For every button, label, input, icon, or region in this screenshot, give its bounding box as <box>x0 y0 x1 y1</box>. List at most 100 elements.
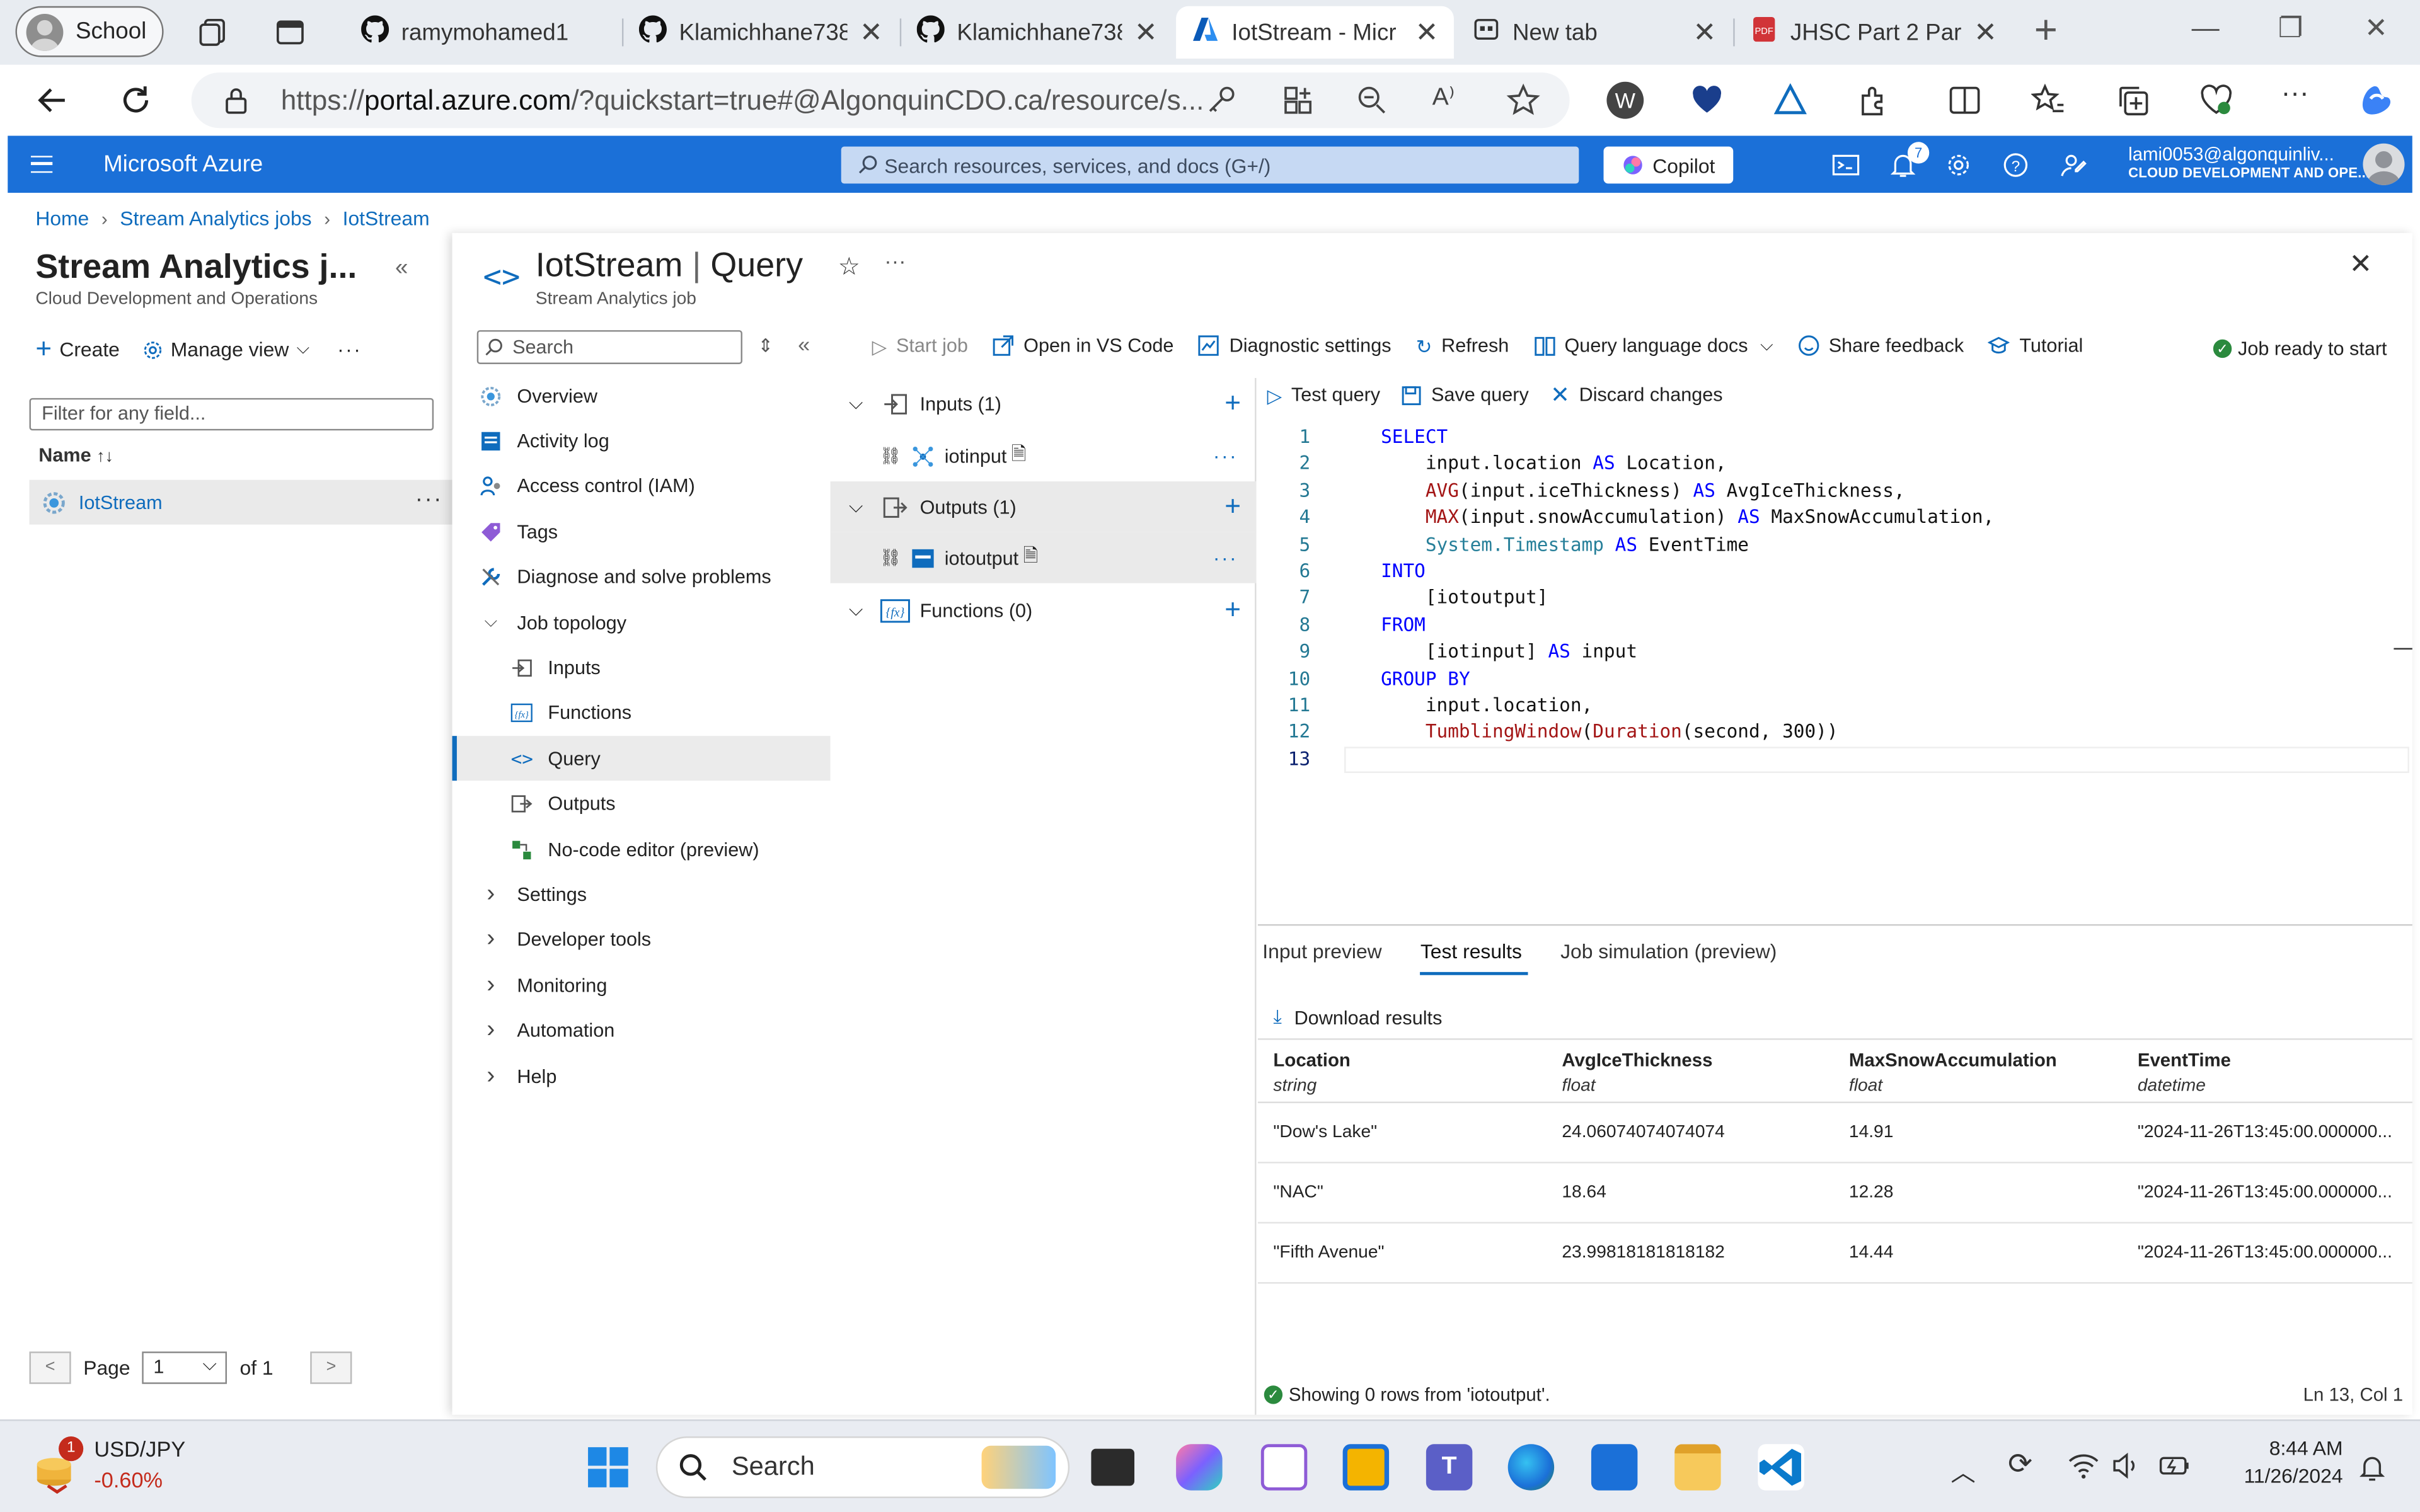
input-more-icon[interactable]: ··· <box>1213 444 1238 467</box>
vscode-icon[interactable] <box>1758 1444 1804 1491</box>
wifi-icon[interactable] <box>2068 1452 2099 1480</box>
volume-icon[interactable] <box>2111 1452 2139 1480</box>
windows-start-icon[interactable] <box>587 1446 630 1489</box>
inputs-node[interactable]: ⌵ Inputs (1) + <box>831 378 1257 429</box>
new-tab-plus-icon[interactable]: + <box>2034 6 2058 54</box>
notification-center-icon[interactable] <box>2357 1452 2388 1483</box>
test-query-button[interactable]: ▷ Test query <box>1267 384 1381 407</box>
copilot-app-icon[interactable] <box>1176 1444 1223 1491</box>
browser-essentials-icon[interactable] <box>2199 83 2233 117</box>
column-header-maxsnowaccumulation[interactable]: MaxSnowAccumulation float <box>1849 1040 2057 1095</box>
download-results-button[interactable]: ⤓ Download results <box>1273 1006 1442 1029</box>
close-tab-icon[interactable]: ✕ <box>1134 16 1158 49</box>
close-window-icon[interactable]: ✕ <box>2365 13 2388 45</box>
teams-icon[interactable]: T <box>1426 1444 1473 1491</box>
query-code[interactable]: 1 SELECT 2 input.location AS Location, 3… <box>1258 424 2412 773</box>
split-screen-icon[interactable] <box>1948 83 1982 117</box>
breadcrumb-home[interactable]: Home <box>35 207 89 230</box>
add-function-icon[interactable]: + <box>1224 594 1241 626</box>
menu-item-diagnose-and-solve-problems[interactable]: Diagnose and solve problems <box>452 555 831 600</box>
browser-tab[interactable]: ramymohamed1 <box>346 6 618 59</box>
system-clock[interactable]: 8:44 AM 11/26/2024 <box>2220 1436 2343 1487</box>
menu-item-developer-tools[interactable]: › Developer tools <box>452 918 831 963</box>
restore-icon[interactable]: ❐ <box>2278 13 2303 45</box>
browser-tab[interactable]: Klamichhane738 ✕ <box>901 6 1173 59</box>
user-avatar[interactable] <box>2363 143 2405 185</box>
stock-widget[interactable]: 1 USD/JPY -0.60% <box>32 1433 185 1503</box>
extension-w-icon[interactable]: W <box>1606 81 1644 119</box>
manage-view-button[interactable]: Manage view ⌵ <box>141 338 309 361</box>
menu-item-settings[interactable]: › Settings <box>452 873 831 917</box>
more-menu-icon[interactable]: ··· <box>2281 77 2315 111</box>
close-tab-icon[interactable]: ✕ <box>1415 16 1439 49</box>
menu-item-functions[interactable]: {fx} Functions <box>452 691 831 736</box>
zoom-out-icon[interactable] <box>1355 83 1389 117</box>
menu-item-help[interactable]: › Help <box>452 1054 831 1099</box>
close-tab-icon[interactable]: ✕ <box>860 16 883 49</box>
menu-item-tags[interactable]: Tags <box>452 510 831 554</box>
global-search-input[interactable]: Search resources, services, and docs (G+… <box>841 146 1579 184</box>
add-output-icon[interactable]: + <box>1224 491 1241 523</box>
back-arrow-icon[interactable] <box>32 80 72 120</box>
azure-brand[interactable]: Microsoft Azure <box>103 151 263 178</box>
file-explorer-icon[interactable] <box>1674 1444 1721 1491</box>
page-select[interactable]: 1 <box>142 1350 228 1384</box>
add-input-icon[interactable]: + <box>1224 387 1241 420</box>
battery-icon[interactable] <box>2158 1452 2192 1480</box>
app-install-icon[interactable] <box>1281 83 1315 117</box>
share-feedback-button[interactable]: Share feedback <box>1798 335 1964 357</box>
chevron-up-icon[interactable]: ︿ <box>1951 1452 1976 1489</box>
collapse-pane-icon[interactable]: « <box>395 255 408 281</box>
menu-item-activity-log[interactable]: Activity log <box>452 419 831 464</box>
remote-desktop-icon[interactable] <box>1342 1444 1390 1491</box>
cloud-shell-icon[interactable] <box>1832 151 1860 179</box>
job-name[interactable]: IotStream <box>79 491 163 513</box>
more-options-icon[interactable]: ··· <box>884 248 906 273</box>
menu-item-inputs[interactable]: Inputs <box>452 646 831 690</box>
settings-gear-icon[interactable] <box>1945 151 1973 179</box>
create-button[interactable]: + Create <box>35 333 120 365</box>
query-editor[interactable]: ▷ Test query Save query ✕ Discard changes … <box>1257 378 2412 926</box>
close-tab-icon[interactable]: ✕ <box>1974 16 1997 49</box>
extension-heart-icon[interactable] <box>1690 83 1724 117</box>
table-row[interactable]: "Fifth Avenue" 23.99818181818182 14.44 "… <box>1257 1223 2412 1284</box>
workspaces-icon[interactable] <box>197 17 228 48</box>
table-row[interactable]: "Dow's Lake" 24.06074074074074 14.91 "20… <box>1257 1103 2412 1164</box>
collections-icon[interactable] <box>2116 83 2150 117</box>
minimize-icon[interactable]: — <box>2192 13 2220 45</box>
snipping-tool-icon[interactable] <box>1260 1444 1308 1491</box>
filter-input[interactable]: Filter for any field... <box>29 398 434 431</box>
help-icon[interactable]: ? <box>2002 151 2029 179</box>
favorite-star-icon[interactable]: ☆ <box>838 251 860 282</box>
close-blade-icon[interactable]: ✕ <box>2349 248 2372 280</box>
menu-item-no-code-editor-preview[interactable]: No-code editor (preview) <box>452 827 831 872</box>
edge-browser-icon[interactable] <box>1507 1444 1555 1491</box>
refresh-icon[interactable] <box>116 80 156 120</box>
name-column-header[interactable]: Name ↑↓ <box>38 444 113 466</box>
open-vscode-button[interactable]: Open in VS Code <box>993 335 1173 357</box>
menu-item-job-topology[interactable]: ⌵ Job topology <box>452 600 831 645</box>
collapse-menu-icon[interactable]: « <box>798 332 810 357</box>
outputs-node[interactable]: ⌵ Outputs (1) + <box>830 481 1257 532</box>
menu-item-monitoring[interactable]: › Monitoring <box>452 963 831 1008</box>
column-header-avgicethickness[interactable]: AvgIceThickness float <box>1562 1040 1712 1095</box>
browser-tab[interactable]: Klamichhane738 ✕ <box>623 6 898 59</box>
diagnostic-settings-button[interactable]: Diagnostic settings <box>1199 335 1392 357</box>
tab-job-simulation[interactable]: Job simulation (preview) <box>1560 939 1777 975</box>
functions-node[interactable]: ⌵ {fx} Functions (0) + <box>831 585 1257 636</box>
lock-icon[interactable] <box>224 86 248 114</box>
browser-tab[interactable]: PDF JHSC Part 2 Part ✕ <box>1735 6 2013 59</box>
extensions-puzzle-icon[interactable] <box>1857 83 1891 117</box>
extension-azure-icon[interactable] <box>1773 83 1807 117</box>
output-item[interactable]: ⛓ iotoutput 🗎 ··· <box>830 532 1257 583</box>
key-icon[interactable] <box>1204 83 1238 117</box>
copilot-icon[interactable] <box>2357 80 2397 120</box>
list-item[interactable]: IotStream ··· <box>29 479 452 525</box>
input-item[interactable]: ⛓ iotinput 🗎 ··· <box>831 430 1257 481</box>
discard-changes-button[interactable]: ✕ Discard changes <box>1550 381 1723 409</box>
task-view-icon[interactable] <box>1091 1448 1135 1486</box>
copilot-button[interactable]: Copilot <box>1603 146 1734 184</box>
menu-item-outputs[interactable]: Outputs <box>452 782 831 827</box>
previous-page-button[interactable]: < <box>29 1351 71 1384</box>
tab-test-results[interactable]: Test results <box>1420 939 1528 975</box>
